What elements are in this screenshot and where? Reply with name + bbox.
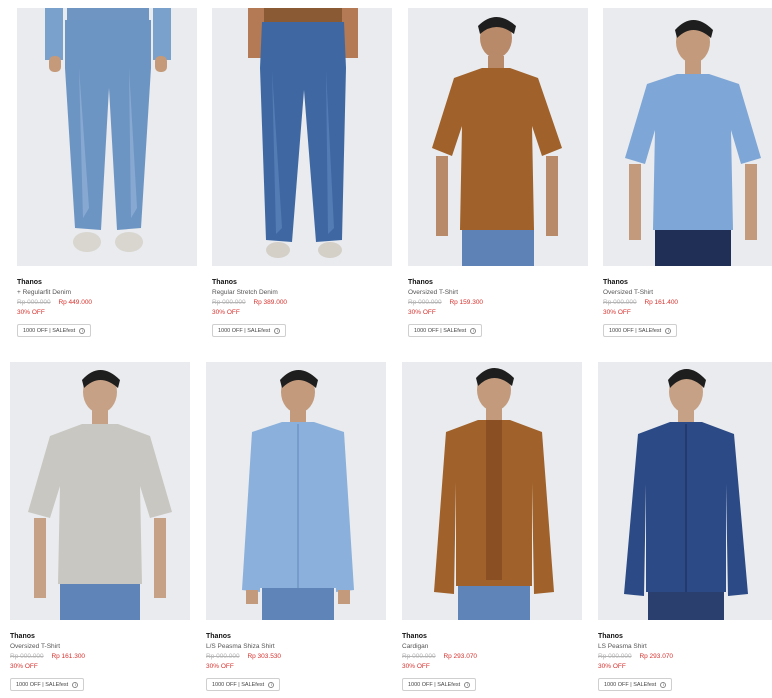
discount-label: 30% OFF — [17, 309, 45, 316]
sale-price: Rp 161.400 — [644, 299, 679, 306]
product-image[interactable] — [17, 8, 197, 266]
promo-badge[interactable]: 1000 OFF | SALEfest i — [206, 678, 281, 691]
brand-name: Thanos — [17, 279, 42, 286]
product-card[interactable]: Thanos L/S Peasma Shiza Shirt Rp 000.000… — [206, 362, 386, 691]
grey-tee-model-illustration — [10, 362, 190, 620]
original-price: Rp 000.000 — [206, 653, 240, 660]
product-name[interactable]: LS Peasma Shirt — [598, 642, 772, 651]
brand-name: Thanos — [408, 279, 433, 286]
product-card[interactable]: Thanos LS Peasma Shirt Rp 000.000 Rp 293… — [598, 362, 772, 691]
product-image[interactable] — [598, 362, 772, 620]
product-image[interactable] — [10, 362, 190, 620]
brand-name: Thanos — [603, 279, 628, 286]
discount-label: 30% OFF — [408, 309, 436, 316]
brand-name: Thanos — [206, 633, 231, 640]
sale-price: Rp 293.070 — [639, 653, 674, 660]
product-name[interactable]: Regular Stretch Denim — [212, 288, 392, 297]
info-circle-icon[interactable]: i — [470, 327, 477, 334]
sale-price: Rp 449.000 — [58, 299, 93, 306]
original-price: Rp 000.000 — [408, 299, 442, 306]
info-circle-icon[interactable]: i — [268, 681, 275, 688]
discount-label: 30% OFF — [598, 663, 626, 670]
jeans-model-illustration — [212, 8, 392, 266]
product-name[interactable]: Oversized T-Shirt — [408, 288, 588, 297]
dark-denim-shirt-model-illustration — [598, 362, 772, 620]
info-circle-icon[interactable]: i — [665, 327, 672, 334]
product-card[interactable]: Thanos Regular Stretch Denim Rp 000.000 … — [212, 8, 392, 337]
info-circle-icon[interactable]: i — [72, 681, 79, 688]
cardigan-model-illustration — [402, 362, 582, 620]
sale-price: Rp 389.000 — [253, 299, 288, 306]
brand-name: Thanos — [402, 633, 427, 640]
discount-label: 30% OFF — [212, 309, 240, 316]
product-name[interactable]: L/S Peasma Shiza Shirt — [206, 642, 386, 651]
product-card[interactable]: Thanos Oversized T-Shirt Rp 000.000 Rp 1… — [10, 362, 190, 691]
info-circle-icon[interactable]: i — [79, 327, 86, 334]
original-price: Rp 000.000 — [17, 299, 51, 306]
info-circle-icon[interactable]: i — [660, 681, 667, 688]
sale-price: Rp 303.530 — [247, 653, 282, 660]
price-row: Rp 000.000 Rp 293.070 — [598, 652, 772, 661]
promo-badge[interactable]: 1000 OFF | SALEfest i — [10, 678, 85, 691]
promo-text: 1000 OFF | SALEfest — [23, 327, 76, 334]
brown-tee-model-illustration — [408, 8, 588, 266]
brand-name: Thanos — [212, 279, 237, 286]
product-name[interactable]: Oversized T-Shirt — [10, 642, 190, 651]
product-name[interactable]: Cardigan — [402, 642, 582, 651]
promo-text: 1000 OFF | SALEfest — [212, 681, 265, 688]
product-card[interactable]: Thanos + Regularfit Denim Rp 000.000 Rp … — [17, 8, 197, 337]
price-row: Rp 000.000 Rp 303.530 — [206, 652, 386, 661]
promo-badge[interactable]: 1000 OFF | SALEfest i — [17, 324, 92, 337]
promo-badge[interactable]: 1000 OFF | SALEfest i — [603, 324, 678, 337]
sale-price: Rp 293.070 — [443, 653, 478, 660]
promo-badge[interactable]: 1000 OFF | SALEfest i — [212, 324, 287, 337]
promo-text: 1000 OFF | SALEfest — [16, 681, 69, 688]
price-row: Rp 000.000 Rp 161.300 — [10, 652, 190, 661]
product-image[interactable] — [603, 8, 772, 266]
discount-label: 30% OFF — [10, 663, 38, 670]
product-image[interactable] — [402, 362, 582, 620]
price-row: Rp 000.000 Rp 159.300 — [408, 298, 588, 307]
original-price: Rp 000.000 — [603, 299, 637, 306]
product-image[interactable] — [206, 362, 386, 620]
product-image[interactable] — [408, 8, 588, 266]
brand-name: Thanos — [10, 633, 35, 640]
jeans-model-illustration — [17, 8, 197, 266]
promo-badge[interactable]: 1000 OFF | SALEfest i — [408, 324, 483, 337]
price-row: Rp 000.000 Rp 449.000 — [17, 298, 197, 307]
product-name[interactable]: + Regularfit Denim — [17, 288, 197, 297]
blue-tee-model-illustration — [603, 8, 772, 266]
price-row: Rp 000.000 Rp 293.070 — [402, 652, 582, 661]
product-card[interactable]: Thanos Cardigan Rp 000.000 Rp 293.070 30… — [402, 362, 582, 691]
original-price: Rp 000.000 — [598, 653, 632, 660]
discount-label: 30% OFF — [603, 309, 631, 316]
product-name[interactable]: Oversized T-Shirt — [603, 288, 772, 297]
promo-text: 1000 OFF | SALEfest — [408, 681, 461, 688]
promo-text: 1000 OFF | SALEfest — [604, 681, 657, 688]
discount-label: 30% OFF — [402, 663, 430, 670]
original-price: Rp 000.000 — [212, 299, 246, 306]
promo-text: 1000 OFF | SALEfest — [414, 327, 467, 334]
sale-price: Rp 159.300 — [449, 299, 484, 306]
info-circle-icon[interactable]: i — [464, 681, 471, 688]
info-circle-icon[interactable]: i — [274, 327, 281, 334]
original-price: Rp 000.000 — [10, 653, 44, 660]
promo-text: 1000 OFF | SALEfest — [218, 327, 271, 334]
chambray-shirt-model-illustration — [206, 362, 386, 620]
product-card[interactable]: Thanos Oversized T-Shirt Rp 000.000 Rp 1… — [408, 8, 588, 337]
discount-label: 30% OFF — [206, 663, 234, 670]
sale-price: Rp 161.300 — [51, 653, 86, 660]
original-price: Rp 000.000 — [402, 653, 436, 660]
brand-name: Thanos — [598, 633, 623, 640]
promo-text: 1000 OFF | SALEfest — [609, 327, 662, 334]
promo-badge[interactable]: 1000 OFF | SALEfest i — [402, 678, 477, 691]
promo-badge[interactable]: 1000 OFF | SALEfest i — [598, 678, 673, 691]
price-row: Rp 000.000 Rp 161.400 — [603, 298, 772, 307]
product-image[interactable] — [212, 8, 392, 266]
price-row: Rp 000.000 Rp 389.000 — [212, 298, 392, 307]
product-card[interactable]: Thanos Oversized T-Shirt Rp 000.000 Rp 1… — [603, 8, 772, 337]
